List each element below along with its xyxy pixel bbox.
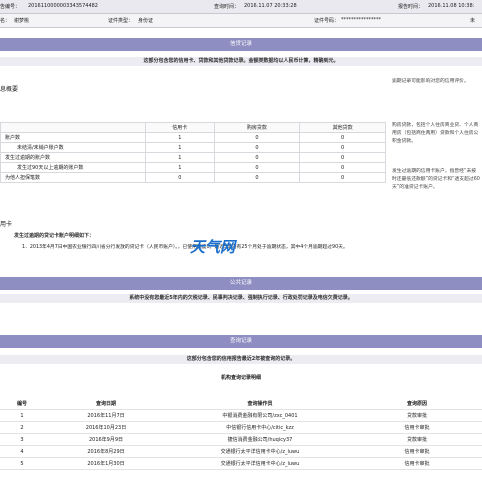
row-label: 为他人担保笔数 xyxy=(0,172,146,183)
table-cell: 1 xyxy=(145,142,215,153)
table-cell: 0 xyxy=(299,132,386,143)
table-row: 2 2016年10月23日 中信银行信用卡中心/citic_kzz 信用卡审批 xyxy=(0,421,482,434)
public-records-banner: 系统中没有您最近5年内的欠税记录、民事判决记录、强制执行记录、行政处罚记录及电信… xyxy=(0,294,482,303)
table-cell: 0 xyxy=(299,152,386,163)
report-header-row-2: 名： 谢梦桃 证件类型： 身份证 证件号码： **************** … xyxy=(0,14,482,28)
table-row: 4 2016年8月29日 交通银行太平洋信用卡中心/z_luwu 信用卡审批 xyxy=(0,445,482,458)
report-time: 2016.11.08 10:38: xyxy=(428,3,475,9)
name-value: 谢梦桃 xyxy=(14,18,30,24)
table-cell: 1 xyxy=(145,162,215,173)
table-cell: 信用卡审批 xyxy=(352,421,482,434)
table-row: 3 2016年9月9日 捷信消费金融公司/huqicy37 贷款审批 xyxy=(0,433,482,446)
table-cell: 中银消费金融有限公司/zxc_0401 xyxy=(168,409,352,422)
mortgage-note: 购房贷款，包括个人住房商业贷、个人商用房（包括商住两用）贷款和个人住房公积金贷款… xyxy=(392,123,479,144)
table-cell: 信用卡审批 xyxy=(352,445,482,458)
column-header: 购房贷款 xyxy=(213,122,301,133)
header-extra: 未 xyxy=(470,18,476,24)
query-time: 2016.11.07 20:33:28 xyxy=(244,3,297,9)
table-cell: 0 xyxy=(299,162,386,173)
overdue-detail-text: 1．2013年4月7日中国农业银行四川省分行发放的贷记卡（人民币账户）。 xyxy=(22,245,178,250)
table-row: 1 2016年11月7日 中银消费金融有限公司/zxc_0401 贷款审批 xyxy=(0,409,482,422)
table-header-row: 信用卡 购房贷款 其他贷款 xyxy=(0,122,386,133)
table-cell: 0 xyxy=(213,162,301,173)
name-label: 名： xyxy=(0,18,11,24)
table-cell: 2016年1月30日 xyxy=(44,457,168,470)
id-no-value: **************** xyxy=(341,17,381,23)
row-label: 账户数 xyxy=(0,132,146,143)
table-cell: 1 xyxy=(0,409,44,422)
column-header: 信用卡 xyxy=(145,122,215,133)
row-label: 未结清/未销户账户数 xyxy=(0,142,146,153)
table-cell: 贷款审批 xyxy=(352,433,482,446)
overdue-detail-subtitle: 发生过逾期的贷记卡账户明细如下： xyxy=(14,233,95,239)
table-cell: 0 xyxy=(145,172,215,183)
table-cell: 0 xyxy=(299,172,386,183)
table-cell: 0 xyxy=(299,142,386,153)
id-type-label: 证件类型： xyxy=(108,18,134,24)
report-time-label: 报告时间： xyxy=(398,4,424,10)
credit-summary-table: 信用卡 购房贷款 其他贷款 账户数 1 0 0 未结清/未销户账户数 1 0 0… xyxy=(0,122,386,183)
table-row: 5 2016年1月30日 交通银行太平洋信用卡中心/z_luwu 信用卡审批 xyxy=(0,457,482,470)
report-no: 2016110000003343574482 xyxy=(28,3,98,9)
table-row: 账户数 1 0 0 xyxy=(0,132,386,143)
table-cell: 贷款审批 xyxy=(352,409,482,422)
table-row: 发生过逾期的账户数 1 0 0 xyxy=(0,152,386,163)
site-watermark: 天气网 xyxy=(190,238,236,256)
public-records-title: 公共记录 xyxy=(0,277,482,290)
column-header: 查询日期 xyxy=(44,398,168,410)
table-cell: 捷信消费金融公司/huqicy37 xyxy=(168,433,352,446)
row-label: 发生过90天以上逾期的账户数 xyxy=(0,162,146,173)
overdue-note: 逾期记录可能影响对您的信用评价。 xyxy=(392,79,469,84)
table-cell: 交通银行太平洋信用卡中心/z_luwu xyxy=(168,457,352,470)
table-cell: 中信银行信用卡中心/citic_kzz xyxy=(168,421,352,434)
column-header: 编号 xyxy=(0,398,44,410)
overdue-detail-item: 1．2013年4月7日中国农业银行四川省分行发放的贷记卡（人民币账户）。，已使用… xyxy=(22,243,348,250)
query-detail-subtitle: 机构查询记录明细 xyxy=(220,375,261,381)
table-cell: 2016年11月7日 xyxy=(44,409,168,422)
id-no-label: 证件号码： xyxy=(314,18,340,24)
table-cell: 3 xyxy=(0,433,44,446)
column-header xyxy=(0,122,146,133)
column-header: 其他贷款 xyxy=(299,122,386,133)
table-cell: 1 xyxy=(145,132,215,143)
summary-title: 息概要 xyxy=(0,86,19,93)
table-cell: 2016年10月23日 xyxy=(44,421,168,434)
table-cell: 1 xyxy=(145,152,215,163)
overdue-card-note: 发生过逾期的信用卡账户，指曾经“未按时还最低还款额”的贷记卡和“透支超过60天”… xyxy=(392,169,480,190)
column-header: 查询原因 xyxy=(352,398,482,410)
table-header-row: 编号 查询日期 查询操作员 查询原因 xyxy=(0,398,482,410)
report-header-row-1: 告编号： 2016110000003343574482 查询时间： 2016.1… xyxy=(0,0,482,14)
query-time-label: 查询时间： xyxy=(214,4,240,10)
row-label: 发生过逾期的账户数 xyxy=(0,152,146,163)
table-cell: 信用卡审批 xyxy=(352,457,482,470)
table-cell: 0 xyxy=(213,172,301,183)
table-row: 未结清/未销户账户数 1 0 0 xyxy=(0,142,386,153)
table-cell: 0 xyxy=(213,152,301,163)
report-no-label: 告编号： xyxy=(0,4,21,10)
credit-card-detail-title: 用卡 xyxy=(0,221,13,228)
credit-records-title: 信贷记录 xyxy=(0,38,482,51)
table-cell: 4 xyxy=(0,445,44,458)
query-records-table: 编号 查询日期 查询操作员 查询原因 1 2016年11月7日 中银消费金融有限… xyxy=(0,398,482,470)
table-row: 为他人担保笔数 0 0 0 xyxy=(0,172,386,183)
credit-records-banner: 这部分包含您的信用卡、贷款和其他贷款记录。金额类数据均以人民币计算，精确到元。 xyxy=(0,57,482,66)
table-cell: 2016年9月9日 xyxy=(44,433,168,446)
table-cell: 5 xyxy=(0,457,44,470)
table-cell: 0 xyxy=(213,132,301,143)
query-records-banner: 这部分包含您的信用报告最近2年被查询的记录。 xyxy=(0,355,482,364)
table-cell: 2016年8月29日 xyxy=(44,445,168,458)
table-cell: 0 xyxy=(213,142,301,153)
table-cell: 2 xyxy=(0,421,44,434)
id-type-value: 身份证 xyxy=(138,18,154,24)
column-header: 查询操作员 xyxy=(168,398,352,410)
table-cell: 交通银行太平洋信用卡中心/z_luwu xyxy=(168,445,352,458)
table-row: 发生过90天以上逾期的账户数 1 0 0 xyxy=(0,162,386,173)
query-records-title: 查询记录 xyxy=(0,335,482,348)
